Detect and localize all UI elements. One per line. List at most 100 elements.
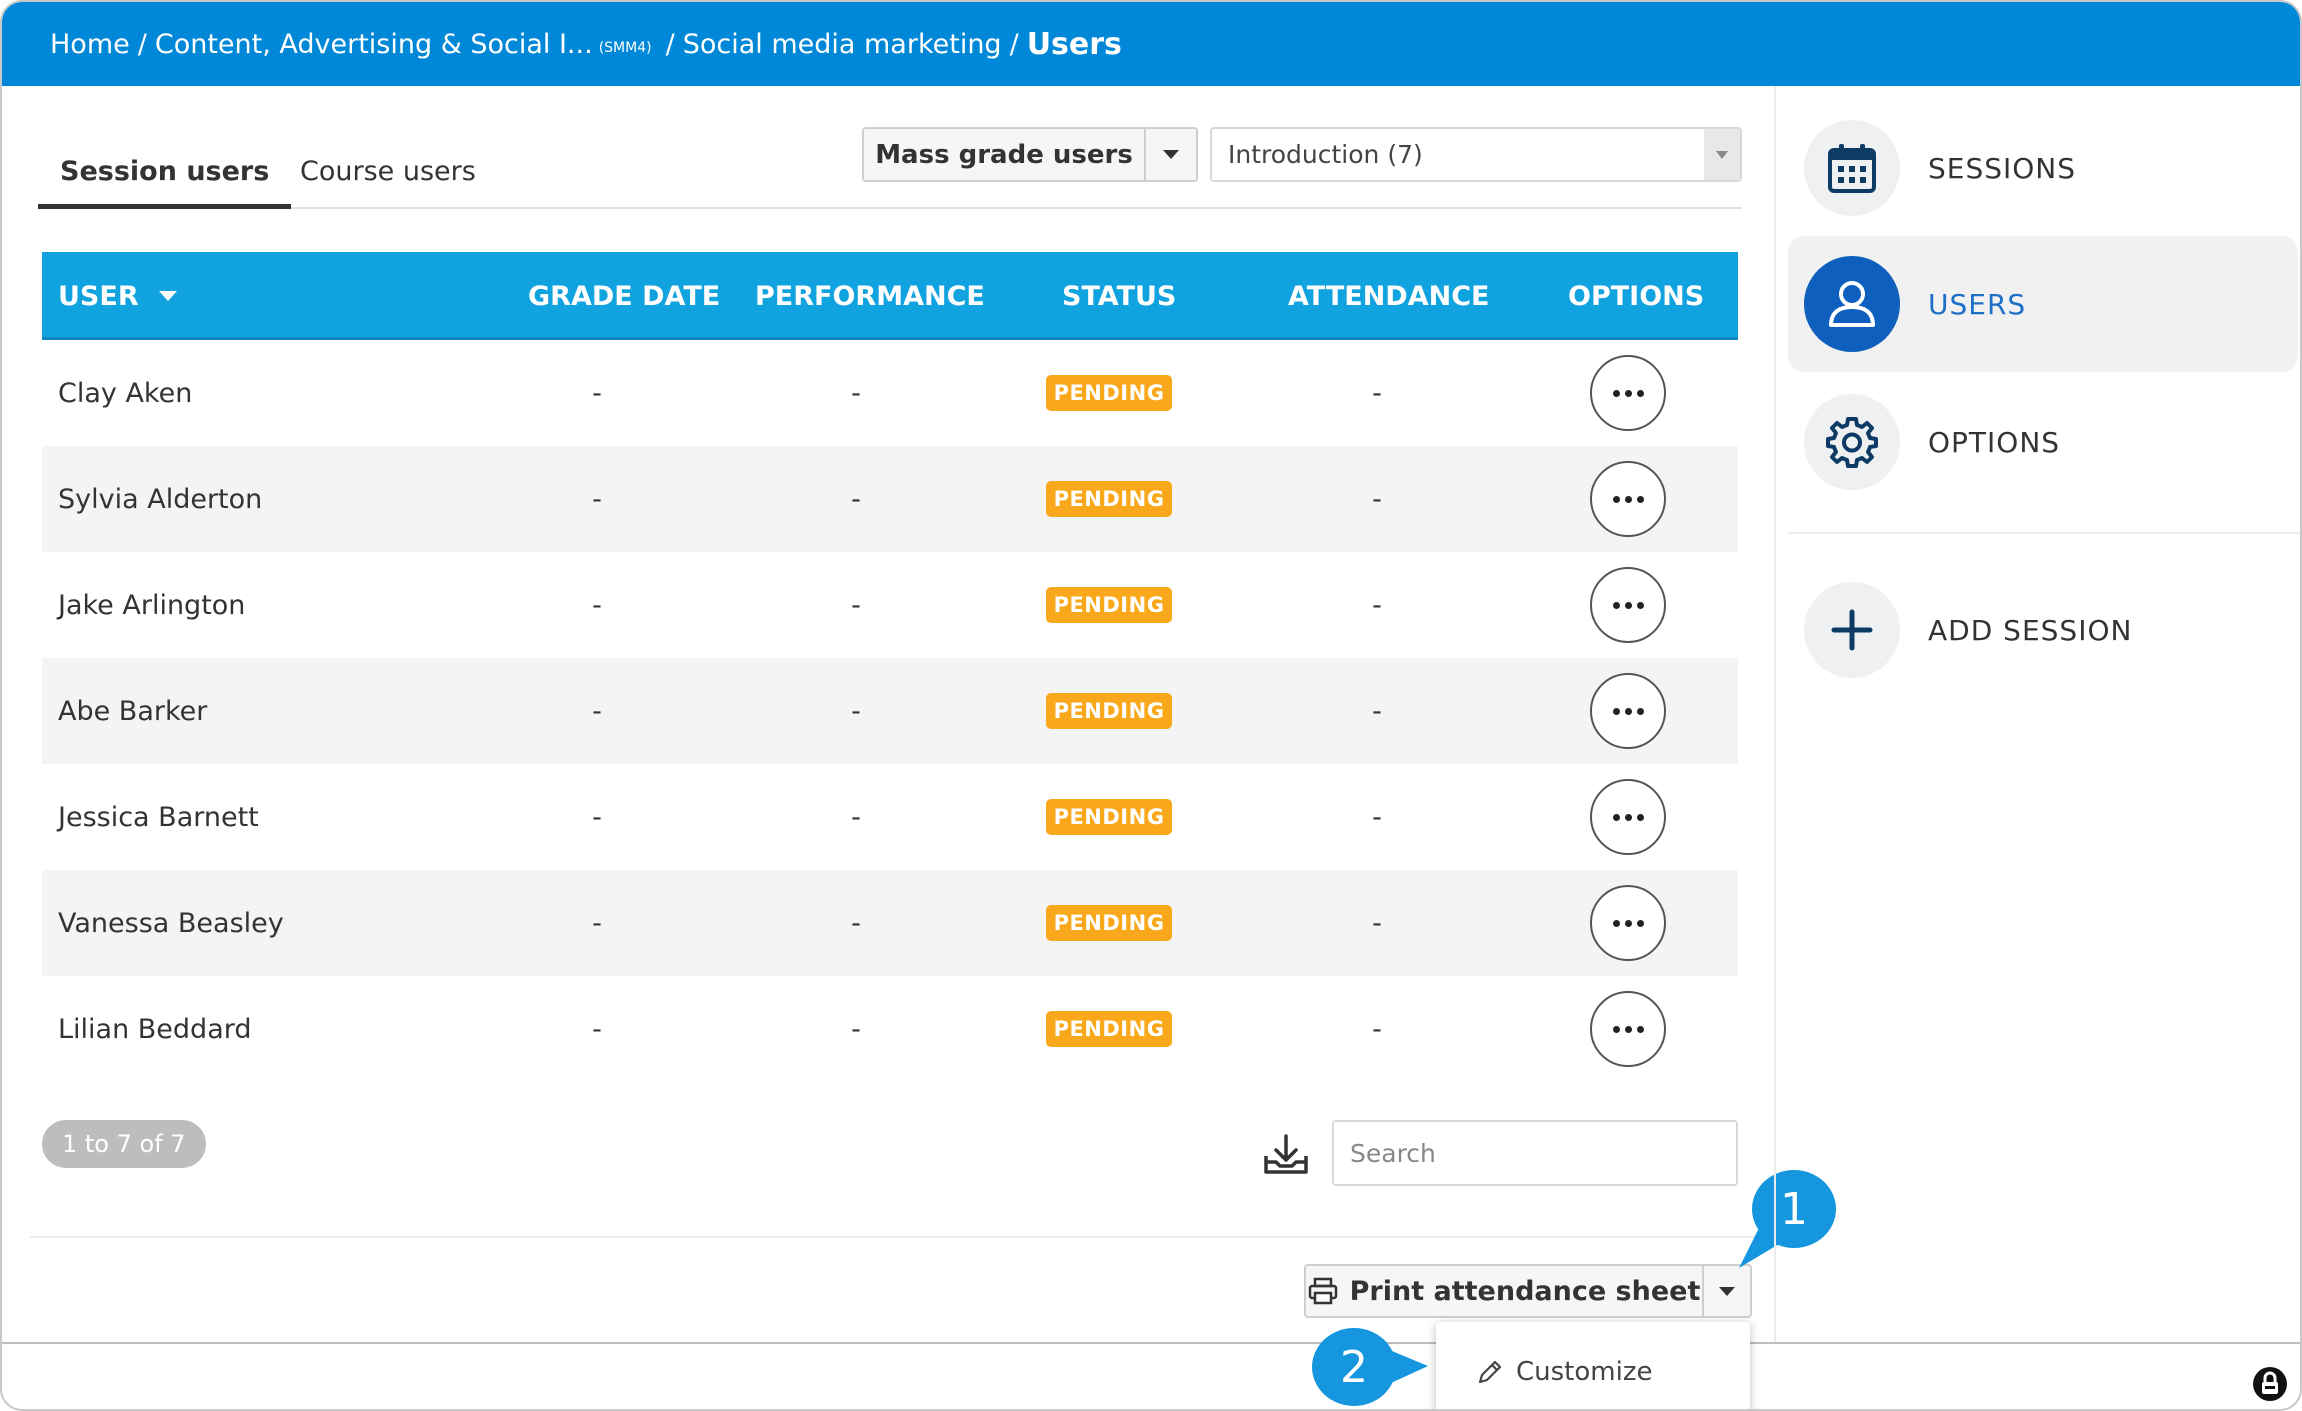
printer-icon <box>1308 1277 1337 1305</box>
session-select[interactable]: Introduction (7) <box>1210 127 1742 182</box>
chevron-down-icon <box>1163 150 1179 159</box>
attendance: - <box>1372 695 1382 727</box>
status-badge: PENDING <box>1045 587 1173 623</box>
row-options-button[interactable] <box>1590 461 1666 537</box>
grade-date: - <box>592 1013 602 1045</box>
user-name[interactable]: Jessica Barnett <box>58 764 259 870</box>
user-name[interactable]: Sylvia Alderton <box>58 446 262 552</box>
mass-grade-dropdown-toggle[interactable] <box>1146 129 1196 180</box>
attendance: - <box>1372 1013 1382 1045</box>
select-arrow-icon[interactable] <box>1704 129 1740 180</box>
row-options-button[interactable] <box>1590 567 1666 643</box>
sidebar-item-label: ADD SESSION <box>1928 613 2133 647</box>
sidebar-item-label: SESSIONS <box>1928 151 2077 185</box>
mass-grade-label[interactable]: Mass grade users <box>864 129 1146 180</box>
grade-date: - <box>592 483 602 515</box>
table-header: USER GRADE DATE PERFORMANCE STATUS ATTEN… <box>42 252 1738 340</box>
breadcrumb-home[interactable]: Home <box>50 29 130 60</box>
attendance: - <box>1372 907 1382 939</box>
footer-divider <box>2 1342 2300 1344</box>
breadcrumb-separator: / <box>1009 28 1019 60</box>
user-name[interactable]: Vanessa Beasley <box>58 870 284 976</box>
print-attendance-label-wrap[interactable]: Print attendance sheet <box>1306 1266 1704 1316</box>
grade-date: - <box>592 801 602 833</box>
performance: - <box>851 377 861 409</box>
print-attendance-label: Print attendance sheet <box>1349 1275 1701 1307</box>
breadcrumb-course-code: (SMM4) <box>598 40 652 56</box>
print-options-menu: Customize <box>1436 1322 1750 1409</box>
chevron-down-icon <box>1719 1286 1735 1296</box>
sidebar-item-label: OPTIONS <box>1928 425 2061 459</box>
attendance: - <box>1372 483 1382 515</box>
attendance: - <box>1372 377 1382 409</box>
status-badge: PENDING <box>1045 905 1173 941</box>
column-user[interactable]: USER <box>58 252 177 340</box>
performance: - <box>851 589 861 621</box>
user-name[interactable]: Jake Arlington <box>58 552 245 658</box>
performance: - <box>851 801 861 833</box>
menu-item-customize[interactable]: Customize <box>1516 1357 1652 1387</box>
attendance: - <box>1372 801 1382 833</box>
sidebar-divider <box>1788 532 2300 534</box>
callout-step-2: 2 <box>1312 1328 1396 1406</box>
table-row: Sylvia Alderton - - PENDING - <box>42 446 1738 552</box>
column-status: STATUS <box>1062 280 1177 312</box>
status-badge: PENDING <box>1045 693 1173 729</box>
column-grade-date: GRADE DATE <box>528 280 721 312</box>
column-attendance: ATTENDANCE <box>1288 280 1490 312</box>
status-badge: PENDING <box>1045 481 1173 517</box>
print-attendance-button[interactable]: Print attendance sheet <box>1304 1264 1752 1318</box>
session-select-value: Introduction (7) <box>1228 140 1423 169</box>
download-icon[interactable] <box>1262 1132 1310 1178</box>
row-options-button[interactable] <box>1590 673 1666 749</box>
breadcrumb-separator: / <box>665 28 675 60</box>
row-options-button[interactable] <box>1590 885 1666 961</box>
sidebar-item-add-session[interactable]: ADD SESSION <box>1788 562 2298 698</box>
sidebar-item-options[interactable]: OPTIONS <box>1788 374 2298 510</box>
status-badge: PENDING <box>1045 799 1173 835</box>
pencil-icon <box>1478 1360 1502 1384</box>
breadcrumb-separator: / <box>137 28 147 60</box>
status-badge: PENDING <box>1045 1011 1173 1047</box>
row-options-button[interactable] <box>1590 355 1666 431</box>
breadcrumb-section[interactable]: Social media marketing <box>683 29 1002 60</box>
sidebar-item-sessions[interactable]: SESSIONS <box>1788 100 2298 236</box>
user-name[interactable]: Abe Barker <box>58 658 207 764</box>
breadcrumb-current: Users <box>1026 26 1122 62</box>
section-divider <box>30 1236 1762 1238</box>
calendar-icon <box>1828 144 1876 193</box>
user-name[interactable]: Clay Aken <box>58 340 192 446</box>
sort-down-icon <box>158 291 177 301</box>
row-options-button[interactable] <box>1590 991 1666 1067</box>
user-icon <box>1829 281 1875 327</box>
tab-session-users[interactable]: Session users <box>38 147 292 209</box>
sidebar-item-label: USERS <box>1928 287 2027 321</box>
breadcrumb: Home / Content, Advertising & Social I..… <box>2 2 2300 86</box>
sidebar-item-users[interactable]: USERS <box>1788 236 2298 372</box>
grade-date: - <box>592 695 602 727</box>
users-table: USER GRADE DATE PERFORMANCE STATUS ATTEN… <box>42 252 1738 1082</box>
performance: - <box>851 695 861 727</box>
grade-date: - <box>592 377 602 409</box>
table-row: Lilian Beddard - - PENDING - <box>42 976 1738 1082</box>
tab-course-users[interactable]: Course users <box>278 147 498 209</box>
gear-icon <box>1826 417 1878 468</box>
table-row: Jessica Barnett - - PENDING - <box>42 764 1738 870</box>
performance: - <box>851 907 861 939</box>
column-performance: PERFORMANCE <box>755 280 985 312</box>
breadcrumb-course[interactable]: Content, Advertising & Social I... <box>155 29 593 60</box>
attendance: - <box>1372 589 1382 621</box>
table-row: Clay Aken - - PENDING - <box>42 340 1738 446</box>
table-row: Jake Arlington - - PENDING - <box>42 552 1738 658</box>
grade-date: - <box>592 589 602 621</box>
plus-icon <box>1831 609 1873 651</box>
mass-grade-button[interactable]: Mass grade users <box>862 127 1198 182</box>
row-options-button[interactable] <box>1590 779 1666 855</box>
lock-icon[interactable] <box>2252 1366 2288 1402</box>
search-input[interactable] <box>1332 1120 1738 1186</box>
user-name[interactable]: Lilian Beddard <box>58 976 252 1082</box>
right-sidebar: SESSIONS USERS OPTIONS ADD SESSION <box>1774 86 2300 1342</box>
column-options: OPTIONS <box>1568 280 1705 312</box>
performance: - <box>851 1013 861 1045</box>
print-dropdown-toggle[interactable] <box>1704 1266 1750 1316</box>
